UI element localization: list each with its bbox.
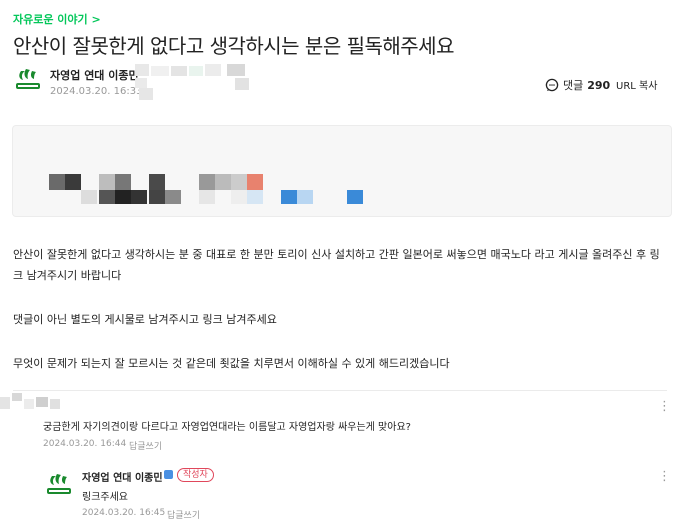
comment-date: 2024.03.20. 16:44 — [43, 439, 127, 449]
reply-more-icon[interactable]: ⋮ — [658, 470, 671, 483]
blurred-content-box — [12, 125, 672, 217]
comment-count: 290 — [587, 78, 611, 92]
comment-count-button[interactable]: 댓글 290 — [545, 77, 610, 93]
comment-more-icon[interactable]: ⋮ — [658, 400, 671, 413]
comment-bubble-icon — [545, 78, 559, 92]
post-title: 안산이 잘못한게 없다고 생각하시는 분은 필독해주세요 — [13, 34, 455, 58]
reply-date: 2024.03.20. 16:45 — [82, 508, 166, 518]
author-badge: 작성자 — [177, 468, 214, 482]
reply-reply-button[interactable]: 답글쓰기 — [167, 508, 200, 521]
post-paragraph: 댓글이 아닌 별도의 게시물로 남겨주시고 링크 남겨주세요 — [13, 313, 277, 326]
reply-author-avatar[interactable] — [44, 470, 74, 500]
url-copy-button[interactable]: URL 복사 — [616, 77, 657, 92]
blurred-commenter-info — [0, 393, 70, 413]
comments-divider — [13, 390, 667, 391]
blurred-author-info — [135, 64, 255, 100]
post-paragraph: 안산이 잘못한게 없다고 생각하시는 분 중 대표로 한 분만 토리이 신사 설… — [13, 248, 660, 282]
reply-author-name[interactable]: 자영업 연대 이종민 — [82, 469, 163, 484]
author-name[interactable]: 자영업 연대 이종민 — [50, 67, 139, 83]
comment-reply-button[interactable]: 답글쓰기 — [129, 439, 162, 452]
comment-label: 댓글 — [563, 79, 584, 92]
post-paragraph: 무엇이 문제가 되는지 잘 모르시는 것 같은데 죗값을 치루면서 이해하실 수… — [13, 357, 450, 370]
post-date: 2024.03.20. 16:33 — [50, 86, 143, 97]
board-link[interactable]: 자유로운 이야기 > — [13, 11, 101, 27]
reply-text: 링크주세요 — [82, 492, 128, 503]
comment-text: 궁금한게 자기의견이랑 다르다고 자영업연대라는 이름달고 자영업자랑 싸우는게… — [43, 422, 411, 433]
staff-icon — [164, 470, 173, 479]
author-avatar[interactable] — [13, 65, 43, 95]
